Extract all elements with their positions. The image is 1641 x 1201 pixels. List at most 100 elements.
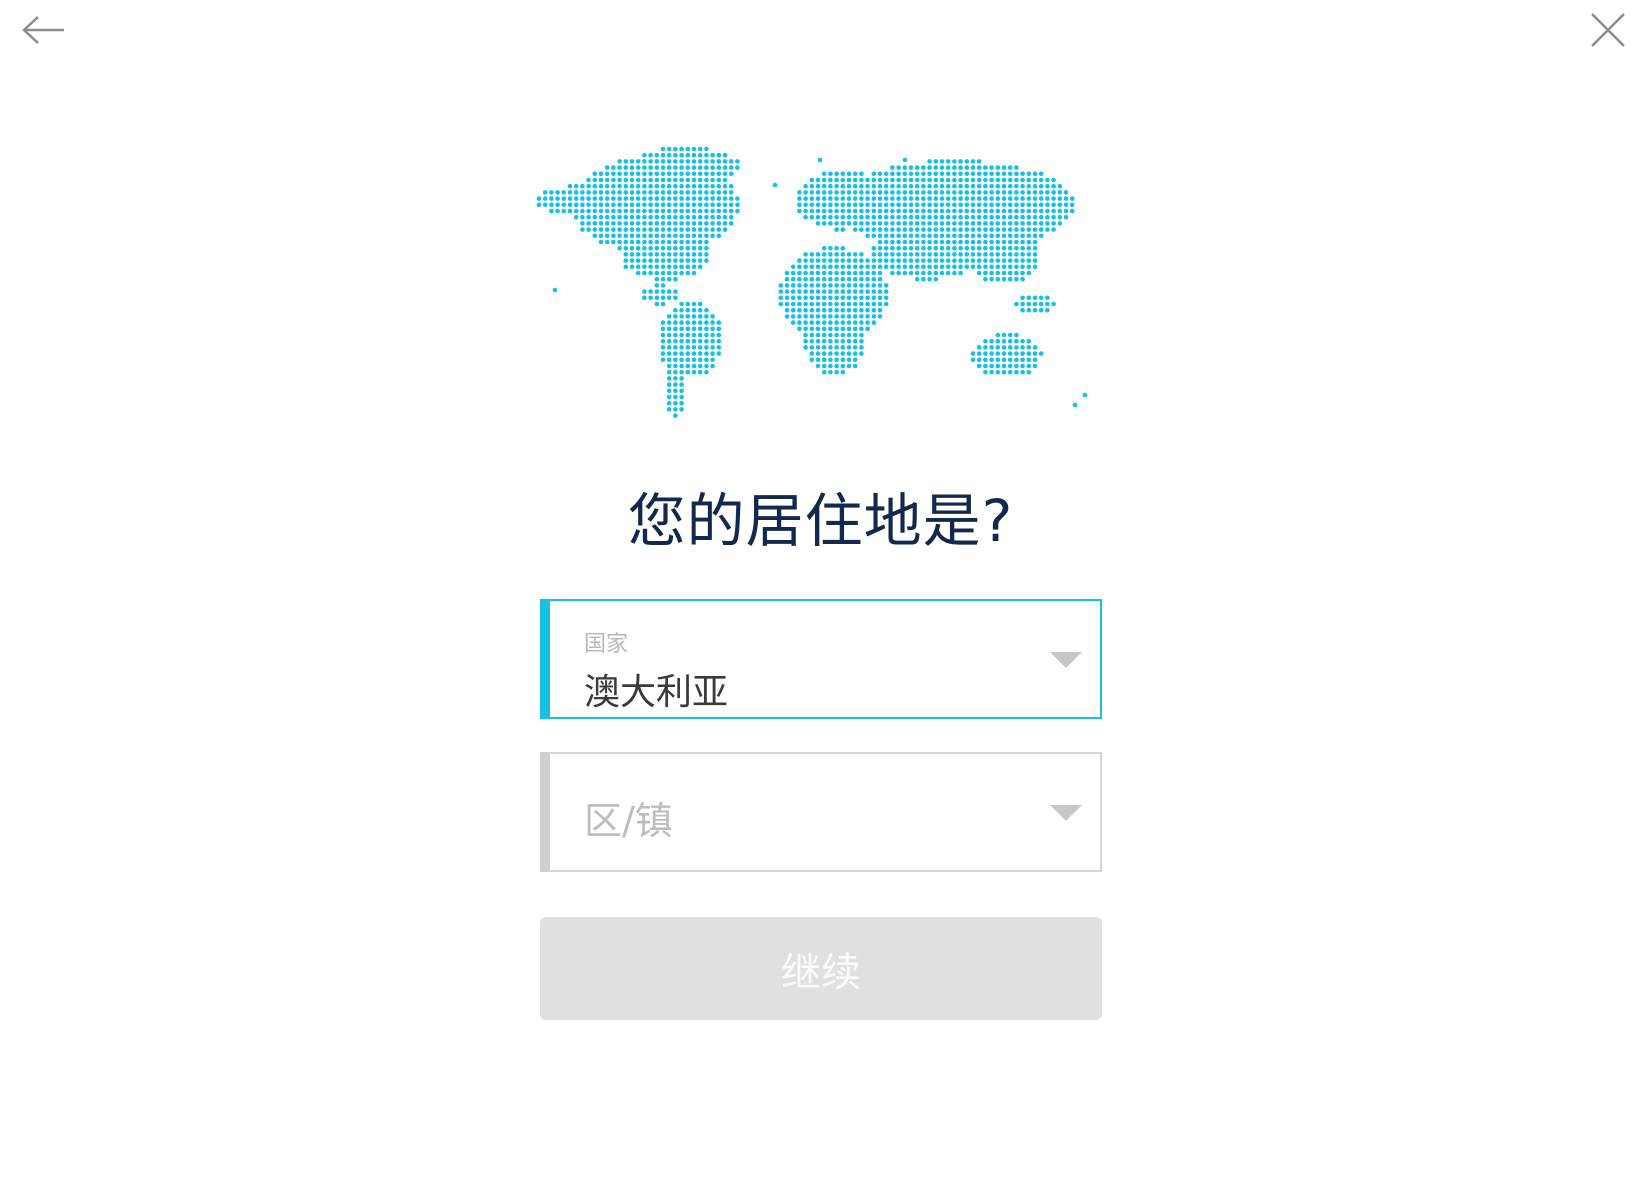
map-dot [685, 239, 691, 245]
map-dot [673, 227, 678, 232]
map-dot [685, 146, 691, 152]
map-dot [654, 152, 660, 158]
map-dot [989, 196, 994, 201]
map-dot [704, 177, 709, 183]
map-dot [704, 326, 709, 332]
map-dot [704, 146, 709, 152]
map-dot [964, 214, 970, 220]
map-dot [852, 202, 858, 208]
map-dot [679, 270, 684, 276]
map-dot [1014, 332, 1019, 338]
map-dot [666, 351, 672, 356]
map-dot [896, 245, 901, 251]
map-dot [883, 252, 889, 257]
map-dot [642, 177, 647, 183]
map-dot [927, 177, 932, 183]
map-dot [976, 345, 982, 350]
map-dot [945, 239, 951, 245]
map-dot [834, 208, 839, 214]
map-dot [1007, 276, 1013, 282]
map-dot [679, 351, 684, 356]
map-dot [704, 320, 709, 325]
map-dot [803, 208, 808, 214]
map-dot [635, 183, 641, 189]
map-dot [654, 276, 660, 282]
map-dot [815, 183, 821, 189]
map-dot [710, 314, 715, 319]
map-dot [834, 289, 839, 294]
map-dot [927, 239, 932, 245]
map-dot [728, 202, 734, 208]
map-dot [710, 233, 715, 239]
map-dot [679, 177, 684, 183]
map-dot [883, 227, 889, 232]
map-dot [1001, 233, 1007, 239]
map-dot [846, 264, 852, 270]
map-dot [710, 159, 715, 164]
map-dot [654, 239, 660, 245]
map-dot [660, 190, 666, 195]
map-dot [629, 165, 635, 170]
map-dot [859, 177, 864, 183]
map-dot [598, 196, 604, 201]
back-button[interactable] [12, 0, 72, 60]
map-dot [561, 190, 567, 195]
map-dot [1020, 307, 1025, 313]
map-dot [945, 270, 951, 276]
country-select[interactable]: 国家 澳大利亚 [540, 599, 1102, 719]
map-dot [1045, 208, 1050, 214]
map-dot [580, 214, 585, 220]
map-dot [1038, 295, 1044, 301]
map-dot [660, 177, 666, 183]
map-dot [1032, 208, 1038, 214]
map-dot [834, 258, 839, 263]
close-button[interactable] [1578, 0, 1638, 60]
map-dot [821, 208, 827, 214]
map-dot [1032, 295, 1038, 301]
map-dot [666, 221, 672, 226]
map-dot [691, 245, 697, 251]
map-dot [790, 276, 796, 282]
map-dot [846, 289, 852, 294]
map-dot [914, 258, 920, 263]
map-dot [629, 227, 635, 232]
map-dot [983, 221, 988, 226]
map-dot [995, 190, 1001, 195]
map-dot [691, 345, 697, 350]
map-dot [871, 320, 877, 325]
map-dot [697, 345, 703, 350]
map-dot [679, 159, 684, 164]
map-dot [710, 221, 715, 226]
map-dot [710, 227, 715, 232]
map-dot [697, 264, 703, 270]
map-dot [617, 183, 622, 189]
map-dot [821, 289, 827, 294]
map-dot [555, 190, 560, 195]
map-dot [803, 326, 808, 332]
map-dot [976, 233, 982, 239]
map-dot [778, 283, 784, 288]
map-dot [939, 183, 945, 189]
map-dot [828, 307, 833, 313]
map-dot [859, 301, 864, 307]
map-dot [995, 369, 1001, 375]
map-dot [921, 165, 926, 170]
map-dot [970, 357, 976, 363]
district-select[interactable]: 区/镇 [540, 752, 1102, 872]
map-dot [1014, 338, 1019, 344]
map-dot [679, 338, 684, 344]
map-dot [933, 159, 939, 164]
map-dot [573, 183, 579, 189]
map-dot [945, 245, 951, 251]
map-dot [629, 196, 635, 201]
map-dot [1007, 369, 1013, 375]
map-dot [654, 221, 660, 226]
map-dot [809, 190, 815, 195]
map-dot [865, 214, 870, 220]
continue-button[interactable]: 继续 [540, 917, 1102, 1020]
map-dot [561, 202, 567, 208]
map-dot [939, 171, 945, 177]
map-dot [908, 208, 914, 214]
map-dot [821, 245, 827, 251]
map-dot [1026, 183, 1032, 189]
